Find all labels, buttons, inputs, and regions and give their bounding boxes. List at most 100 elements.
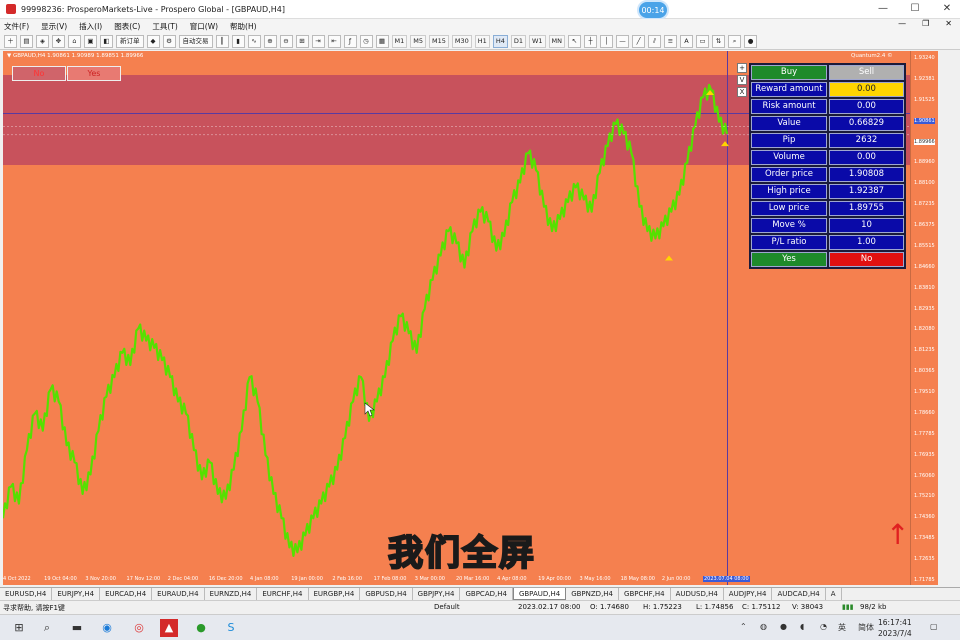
speaker-icon[interactable]: ◖	[800, 622, 804, 631]
crosshair-icon[interactable]: ┼	[584, 34, 598, 48]
bar-chart-icon[interactable]: ┃	[215, 34, 229, 48]
recording-timer[interactable]: 00:14	[637, 0, 669, 20]
timeframe-d1[interactable]: D1	[510, 34, 526, 48]
timeframe-m1[interactable]: M1	[391, 34, 408, 48]
symbol-tab[interactable]: GBPCAD,H4	[460, 588, 513, 600]
child-restore-icon[interactable]: ❐	[922, 19, 929, 28]
pip-field[interactable]: 2632	[829, 133, 904, 148]
line-chart-icon[interactable]: ∿	[247, 34, 261, 48]
symbol-tab[interactable]: EURAUD,H4	[152, 588, 205, 600]
templates-icon[interactable]: ▦	[375, 34, 389, 48]
zoom-in-icon[interactable]: ⊕	[263, 34, 277, 48]
search-icon[interactable]: ⌕	[728, 34, 742, 48]
trendline-icon[interactable]: ╱	[632, 34, 646, 48]
text-icon[interactable]: A	[680, 34, 694, 48]
close-icon[interactable]: ✕	[940, 2, 954, 16]
panel-collapse-button[interactable]: V	[737, 75, 747, 85]
trading-terminal-icon[interactable]: ▲	[160, 619, 178, 637]
chart-no-button[interactable]: No	[12, 66, 66, 81]
horizontal-line-icon[interactable]: —	[616, 34, 630, 48]
timeframe-h4[interactable]: H4	[492, 34, 508, 48]
order-price-field[interactable]: 1.90808	[829, 167, 904, 182]
minimize-icon[interactable]: —	[876, 2, 890, 16]
timeframe-m5[interactable]: M5	[410, 34, 426, 48]
low-price-field[interactable]: 1.89755	[829, 201, 904, 216]
ime-lang[interactable]: 简体	[858, 622, 874, 633]
symbol-tab[interactable]: GBPAUD,H4	[512, 588, 567, 600]
symbol-tab[interactable]: EURGBP,H4	[309, 588, 361, 600]
value-field[interactable]: 0.66829	[829, 116, 904, 131]
edge-browser-icon[interactable]: ◉	[98, 619, 116, 637]
panel-no-button[interactable]: No	[829, 252, 904, 267]
chrome-icon[interactable]: ◎	[130, 619, 148, 637]
symbol-tab[interactable]: EURCAD,H4	[100, 588, 153, 600]
symbol-tab[interactable]: EURNZD,H4	[205, 588, 258, 600]
symbol-tab[interactable]: AUDUSD,H4	[671, 588, 724, 600]
channel-icon[interactable]: ⫽	[648, 34, 662, 48]
menu-file[interactable]: 文件(F)	[4, 21, 29, 32]
symbol-tab[interactable]: A	[826, 588, 842, 600]
wechat-icon[interactable]: ●	[192, 619, 210, 637]
metaeditor-icon[interactable]: ◆	[146, 34, 160, 48]
buy-button[interactable]: Buy	[751, 65, 827, 80]
cursor-icon[interactable]: ↖	[568, 34, 582, 48]
panel-expand-button[interactable]: +	[737, 63, 747, 73]
symbol-tab[interactable]: EURUSD,H4	[0, 588, 53, 600]
network-icon[interactable]: ◔	[820, 622, 827, 631]
timeframe-mn[interactable]: MN	[548, 34, 566, 48]
panel-yes-button[interactable]: Yes	[751, 252, 827, 267]
reward-amount-field[interactable]: 0.00	[829, 82, 904, 97]
timeframe-w1[interactable]: W1	[528, 34, 546, 48]
indicators-icon[interactable]: ƒ	[343, 34, 357, 48]
new-order-button[interactable]: 新订单	[116, 34, 144, 48]
menu-tools[interactable]: 工具(T)	[152, 21, 177, 32]
symbol-tab[interactable]: GBPCHF,H4	[619, 588, 671, 600]
symbol-tab[interactable]: EURJPY,H4	[52, 588, 101, 600]
market-watch-icon[interactable]: ◈	[36, 34, 49, 48]
move-percent-field[interactable]: 10	[829, 218, 904, 233]
fibonacci-icon[interactable]: ≡	[664, 34, 678, 48]
account-icon[interactable]: ●	[744, 34, 758, 48]
auto-scroll-icon[interactable]: ⇥	[311, 34, 325, 48]
periods-icon[interactable]: ◷	[359, 34, 373, 48]
child-minimize-icon[interactable]: —	[898, 19, 906, 28]
options-icon[interactable]: ⚙	[162, 34, 176, 48]
auto-trading-button[interactable]: 自动交易	[178, 34, 213, 48]
symbol-tab[interactable]: AUDCAD,H4	[772, 588, 826, 600]
symbol-tab[interactable]: EURCHF,H4	[257, 588, 309, 600]
maximize-icon[interactable]: ☐	[908, 2, 922, 16]
chart-shift-icon[interactable]: ⇤	[327, 34, 341, 48]
panel-close-button[interactable]: X	[737, 87, 747, 97]
tray-wechat-icon[interactable]: ●	[780, 622, 787, 631]
tray-app-icon[interactable]: ◍	[760, 622, 767, 631]
candle-chart-icon[interactable]: ▮	[231, 34, 245, 48]
data-window-icon[interactable]: ✥	[52, 34, 65, 48]
menu-window[interactable]: 窗口(W)	[190, 21, 218, 32]
windows-start-icon[interactable]: ⊞	[10, 619, 28, 637]
menu-insert[interactable]: 插入(I)	[79, 21, 102, 32]
symbol-tab[interactable]: AUDJPY,H4	[724, 588, 773, 600]
symbol-tab[interactable]: GBPNZD,H4	[566, 588, 620, 600]
navigator-icon[interactable]: ⌂	[68, 34, 81, 48]
timeframe-h1[interactable]: H1	[474, 34, 490, 48]
tray-expand-icon[interactable]: ⌃	[740, 622, 747, 631]
taskbar-clock[interactable]: 16:17:41 2023/7/4	[878, 617, 912, 639]
menu-view[interactable]: 显示(V)	[41, 21, 67, 32]
terminal-icon[interactable]: ▣	[84, 34, 97, 48]
tester-icon[interactable]: ◧	[100, 34, 113, 48]
skype-icon[interactable]: S	[222, 619, 240, 637]
zoom-out-icon[interactable]: ⊖	[279, 34, 293, 48]
menu-charts[interactable]: 图表(C)	[114, 21, 140, 32]
notification-icon[interactable]: ▢	[930, 622, 938, 631]
vertical-line-icon[interactable]: │	[600, 34, 614, 48]
volume-field[interactable]: 0.00	[829, 150, 904, 165]
label-icon[interactable]: ▭	[696, 34, 710, 48]
search-taskbar-icon[interactable]: ⌕	[38, 619, 56, 637]
symbol-tab[interactable]: GBPUSD,H4	[360, 588, 413, 600]
timeframe-m30[interactable]: M30	[451, 34, 472, 48]
timeframe-m15[interactable]: M15	[429, 34, 449, 48]
risk-amount-field[interactable]: 0.00	[829, 99, 904, 114]
new-chart-icon[interactable]: ＋	[4, 34, 17, 48]
arrows-icon[interactable]: ⇅	[712, 34, 726, 48]
chart-yes-button[interactable]: Yes	[67, 66, 121, 81]
